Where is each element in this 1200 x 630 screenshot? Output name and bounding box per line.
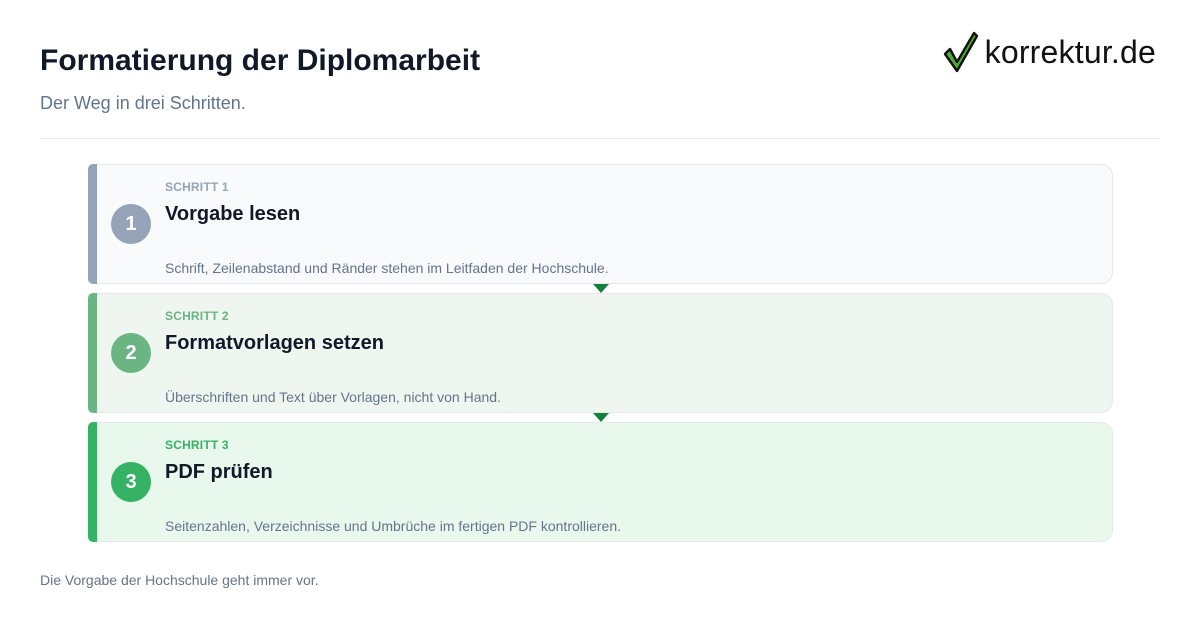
- page-title: Formatierung der Diplomarbeit: [40, 44, 481, 77]
- step-accent-bar: [88, 293, 97, 413]
- logo[interactable]: korrektur.de: [943, 30, 1156, 74]
- step-title: PDF prüfen: [165, 461, 273, 483]
- step-title: Formatvorlagen setzen: [165, 332, 384, 354]
- step-kicker: SCHRITT 2: [165, 309, 229, 323]
- step-number-badge: 2: [111, 333, 151, 373]
- step-accent-bar: [88, 164, 97, 284]
- step-description: Seitenzahlen, Verzeichnisse und Umbrüche…: [165, 518, 622, 534]
- step-kicker: SCHRITT 1: [165, 180, 229, 194]
- step-kicker: SCHRITT 3: [165, 438, 229, 452]
- step-accent-bar: [88, 422, 97, 542]
- step-card-1: 1 SCHRITT 1 Vorgabe lesen Schrift, Zeile…: [88, 164, 1113, 284]
- footnote: Die Vorgabe der Hochschule geht immer vo…: [40, 572, 319, 588]
- header: Formatierung der Diplomarbeit Der Weg in…: [40, 0, 1160, 139]
- step-card-3: 3 SCHRITT 3 PDF prüfen Seitenzahlen, Ver…: [88, 422, 1113, 542]
- step-number-badge: 1: [111, 204, 151, 244]
- connector-arrow-icon: [593, 284, 609, 293]
- page-subtitle: Der Weg in drei Schritten.: [40, 93, 246, 113]
- step-description: Schrift, Zeilenabstand und Ränder stehen…: [165, 260, 609, 276]
- checkmark-icon: [943, 31, 979, 73]
- logo-text: korrektur.de: [984, 33, 1156, 70]
- header-divider: [40, 138, 1160, 139]
- step-number-badge: 3: [111, 462, 151, 502]
- step-card-2: 2 SCHRITT 2 Formatvorlagen setzen Übersc…: [88, 293, 1113, 413]
- step-description: Überschriften und Text über Vorlagen, ni…: [165, 389, 501, 405]
- step-title: Vorgabe lesen: [165, 203, 301, 225]
- connector-arrow-icon: [593, 413, 609, 422]
